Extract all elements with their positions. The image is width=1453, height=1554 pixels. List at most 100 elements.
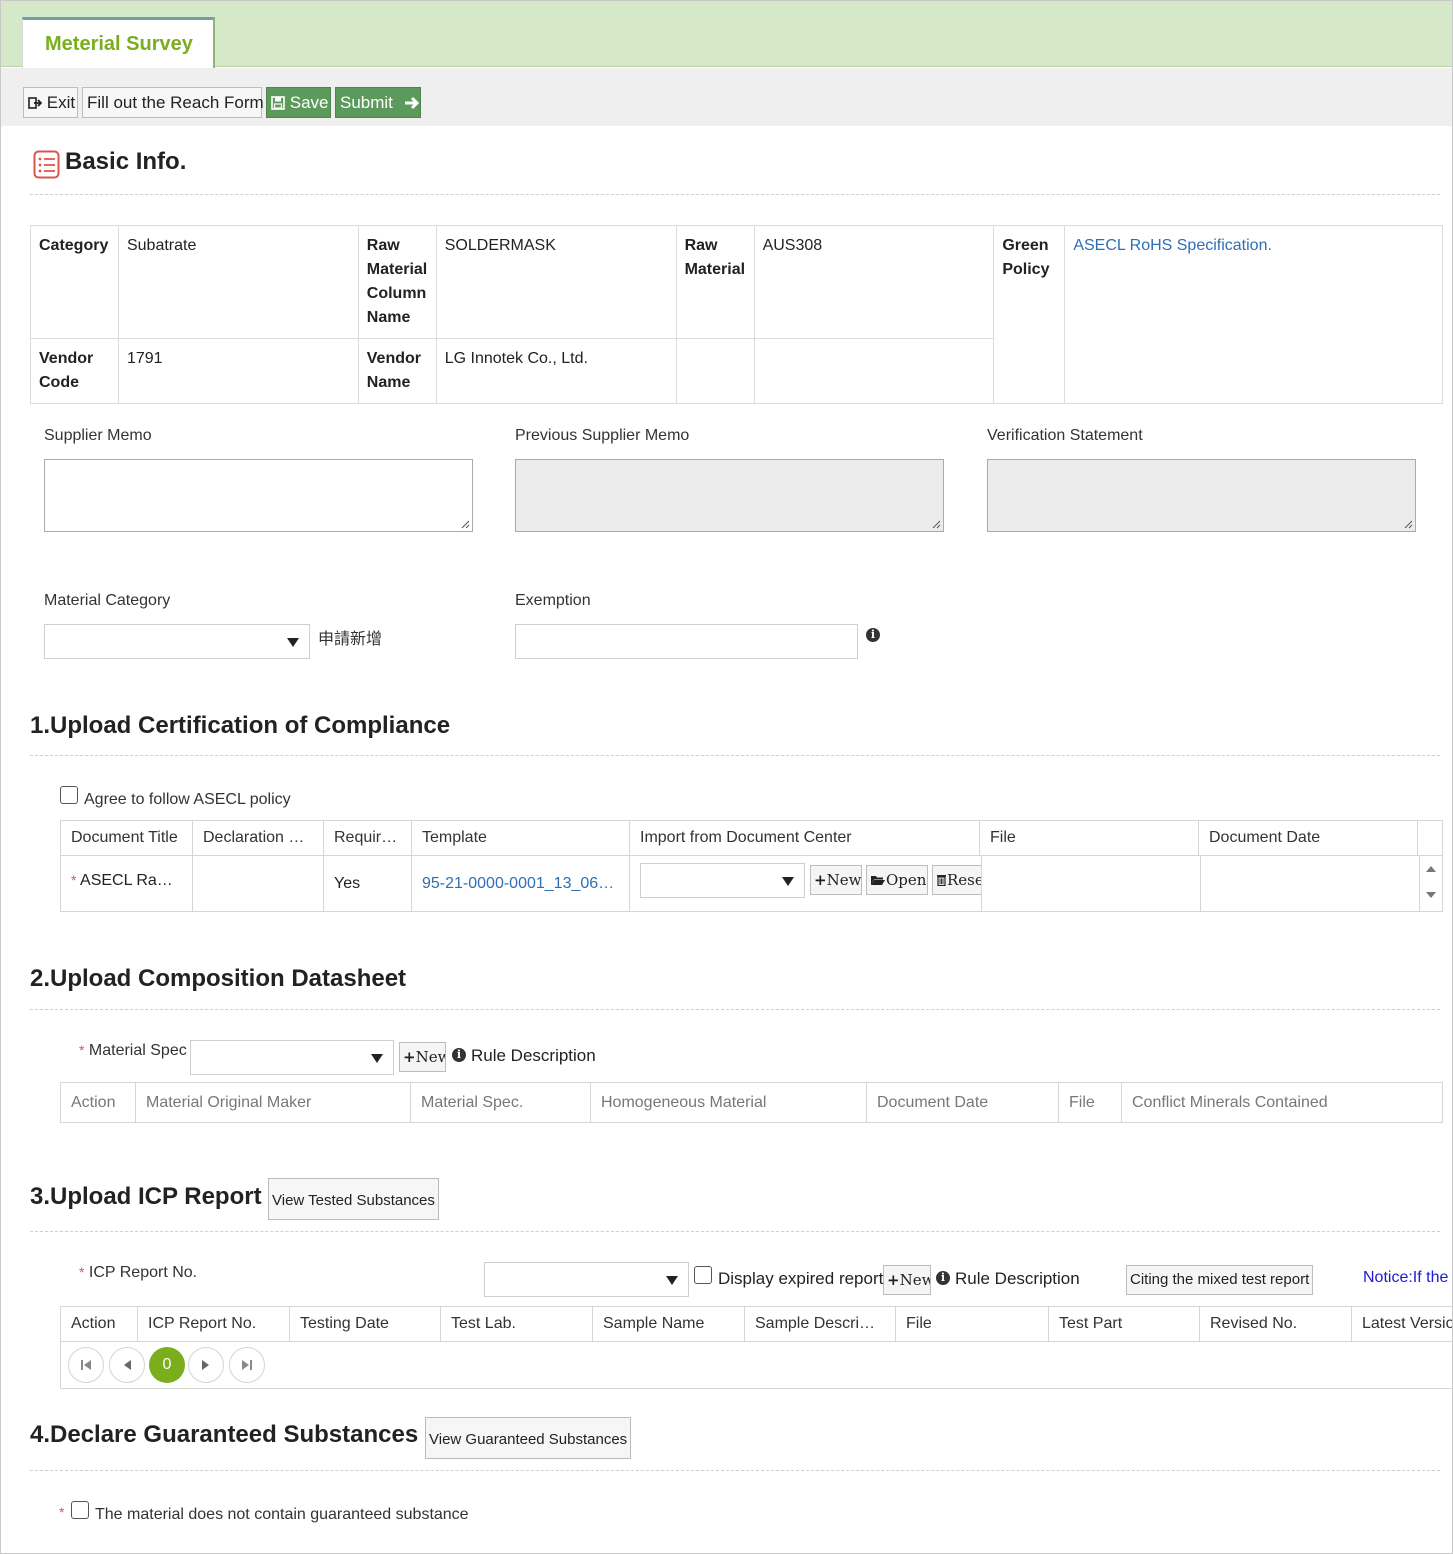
- col-document-title[interactable]: Document Title: [61, 821, 193, 855]
- col-action[interactable]: Action: [61, 1083, 136, 1123]
- col-import-document-center[interactable]: Import from Document Center: [630, 821, 980, 855]
- divider: [30, 194, 1440, 195]
- info-icon[interactable]: i: [866, 628, 880, 642]
- required-marker: *: [79, 1042, 85, 1058]
- toolbar: Exit Fill out the Reach Form Save Submit: [1, 68, 1452, 126]
- no-guaranteed-substance-checkbox[interactable]: [71, 1501, 89, 1519]
- col-revised-no[interactable]: Revised No.: [1200, 1307, 1352, 1341]
- required-marker: *: [71, 872, 77, 888]
- new-button-label: New: [826, 871, 862, 889]
- col-sample-name[interactable]: Sample Name: [593, 1307, 745, 1341]
- open-button[interactable]: Open: [866, 865, 928, 895]
- vendor-name-value: LG Innotek Co., Ltd.: [435, 338, 677, 404]
- composition-grid: Action Material Original Maker Material …: [60, 1082, 1443, 1123]
- cell-document-title: ASECL Ra…: [80, 872, 173, 889]
- col-testing-date[interactable]: Testing Date: [290, 1307, 441, 1341]
- view-tested-substances-button[interactable]: View Tested Substances: [268, 1178, 439, 1220]
- col-action[interactable]: Action: [61, 1307, 138, 1341]
- next-page-button[interactable]: [188, 1347, 224, 1383]
- material-spec-select[interactable]: [190, 1040, 394, 1075]
- col-file[interactable]: File: [980, 821, 1199, 855]
- page-frame: Meterial Survey Exit Fill out the Reach …: [0, 0, 1453, 1554]
- scroll-down-icon[interactable]: [1425, 891, 1437, 899]
- first-page-icon: [81, 1360, 91, 1370]
- new-button-label: New: [415, 1048, 445, 1066]
- green-policy-link[interactable]: ASECL RoHS Specification.: [1073, 237, 1272, 254]
- col-declaration[interactable]: Declaration …: [193, 821, 324, 855]
- col-icp-report-no[interactable]: ICP Report No.: [138, 1307, 290, 1341]
- template-link[interactable]: 95-21-0000-0001_13_06…: [412, 856, 630, 912]
- trash-icon: [937, 875, 946, 887]
- divider: [30, 755, 1440, 756]
- col-test-part[interactable]: Test Part: [1049, 1307, 1200, 1341]
- col-file[interactable]: File: [1059, 1083, 1122, 1123]
- exemption-input[interactable]: [515, 624, 858, 659]
- scroll-up-icon[interactable]: [1425, 865, 1437, 873]
- display-expired-checkbox[interactable]: [694, 1266, 712, 1284]
- category-label: Category: [30, 225, 119, 339]
- previous-page-button[interactable]: [109, 1347, 145, 1383]
- col-document-date[interactable]: Document Date: [867, 1083, 1059, 1123]
- exit-icon: [28, 97, 43, 109]
- icp-report-no-label: * ICP Report No.: [79, 1264, 197, 1282]
- table-row[interactable]: * ASECL Ra…: [61, 856, 193, 912]
- dropdown-arrow-icon: [371, 1053, 383, 1063]
- exit-button[interactable]: Exit: [23, 87, 78, 118]
- previous-supplier-memo-label: Previous Supplier Memo: [515, 427, 690, 444]
- col-homogeneous-material[interactable]: Homogeneous Material: [591, 1083, 867, 1123]
- icp-report-no-text: ICP Report No.: [88, 1264, 198, 1281]
- col-latest-version[interactable]: Latest Versio: [1352, 1307, 1452, 1341]
- info-icon[interactable]: i: [452, 1048, 466, 1062]
- required-marker: *: [59, 1504, 65, 1520]
- last-page-button[interactable]: [229, 1347, 265, 1383]
- rule-description-link[interactable]: Rule Description: [471, 1046, 596, 1066]
- icp-report-select[interactable]: [484, 1262, 689, 1297]
- resize-grip-icon[interactable]: [461, 520, 470, 529]
- rule-description-link[interactable]: Rule Description: [955, 1269, 1080, 1289]
- save-button[interactable]: Save: [266, 87, 331, 118]
- basic-info-table: Category Subatrate Raw Material Column N…: [30, 225, 1443, 404]
- col-material-original-maker[interactable]: Material Original Maker: [136, 1083, 411, 1123]
- new-button-label: New: [899, 1271, 931, 1289]
- open-button-label: Open: [886, 871, 927, 889]
- basic-info-title: Basic Info.: [65, 148, 187, 175]
- apply-new-category-link[interactable]: 申請新增: [318, 625, 382, 649]
- cell-required: Yes: [324, 856, 412, 912]
- col-required[interactable]: Requir…: [324, 821, 412, 855]
- resize-grip-icon[interactable]: [1404, 520, 1413, 529]
- icp-report-grid: Action ICP Report No. Testing Date Test …: [60, 1306, 1452, 1389]
- divider: [30, 1231, 1440, 1232]
- new-material-spec-button[interactable]: +New: [399, 1042, 446, 1072]
- info-icon[interactable]: i: [936, 1271, 950, 1285]
- col-file[interactable]: File: [896, 1307, 1049, 1341]
- supplier-memo-textarea[interactable]: [44, 459, 473, 532]
- col-sample-description[interactable]: Sample Descri…: [745, 1307, 896, 1341]
- col-conflict-minerals[interactable]: Conflict Minerals Contained: [1122, 1083, 1442, 1123]
- save-label: Save: [289, 93, 329, 112]
- notice-text: Notice:If the: [1363, 1269, 1449, 1286]
- col-material-spec[interactable]: Material Spec.: [411, 1083, 591, 1123]
- divider: [30, 1009, 1440, 1010]
- current-page[interactable]: 0: [149, 1347, 185, 1383]
- citing-mixed-test-report-button[interactable]: Citing the mixed test report: [1126, 1265, 1313, 1295]
- tab-material-survey[interactable]: Meterial Survey: [22, 17, 215, 68]
- document-center-select[interactable]: [640, 863, 805, 898]
- vendor-code-label: Vendor Code: [30, 338, 119, 404]
- col-document-date[interactable]: Document Date: [1199, 821, 1418, 855]
- agree-policy-checkbox[interactable]: [60, 786, 78, 804]
- first-page-button[interactable]: [68, 1347, 104, 1383]
- new-button[interactable]: +New: [810, 865, 862, 895]
- submit-button[interactable]: Submit: [335, 87, 421, 118]
- view-guaranteed-substances-button[interactable]: View Guaranteed Substances: [425, 1417, 631, 1459]
- reset-button[interactable]: Rese: [932, 865, 981, 895]
- material-category-select[interactable]: [44, 624, 310, 659]
- col-test-lab[interactable]: Test Lab.: [441, 1307, 593, 1341]
- empty-cell: [675, 338, 755, 404]
- resize-grip-icon[interactable]: [932, 520, 941, 529]
- green-policy-cell: ASECL RoHS Specification.: [1064, 225, 1443, 404]
- folder-open-icon: [871, 876, 885, 885]
- new-icp-report-button[interactable]: +New: [883, 1265, 931, 1295]
- col-template[interactable]: Template: [412, 821, 630, 855]
- fill-reach-form-button[interactable]: Fill out the Reach Form: [82, 87, 264, 118]
- arrow-right-icon: [404, 96, 419, 110]
